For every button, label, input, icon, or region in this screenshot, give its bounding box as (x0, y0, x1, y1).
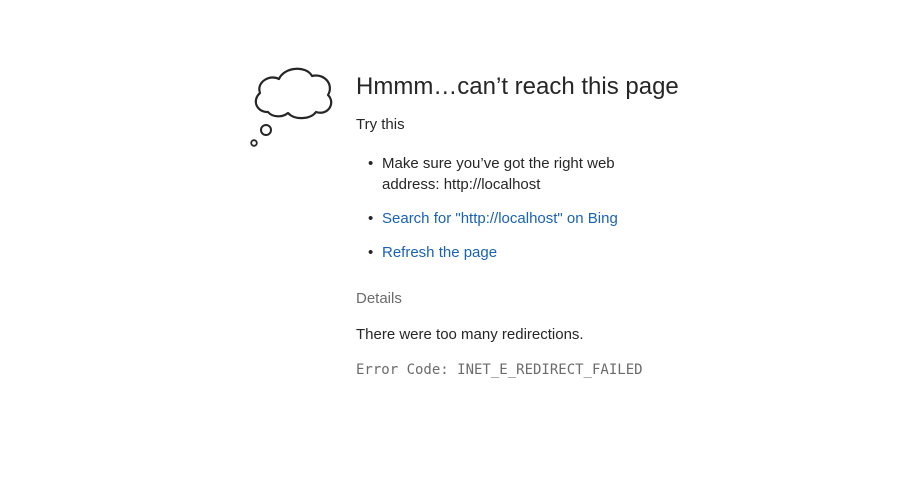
suggestion-search-bing: • Search for "http://localhost" on Bing (356, 208, 702, 229)
error-code: Error Code: INET_E_REDIRECT_FAILED (356, 362, 643, 378)
thought-cloud-icon (250, 67, 333, 147)
details-label: Details (356, 290, 402, 307)
suggestion-list: • Make sure you’ve got the right web add… (356, 153, 876, 263)
suggestion-check-address: • Make sure you’ve got the right web add… (356, 153, 642, 195)
details-message: There were too many redirections. (356, 326, 584, 343)
suggestion-check-address-text: Make sure you’ve got the right web addre… (382, 155, 615, 193)
page-title: Hmmm…can’t reach this page (356, 73, 679, 100)
refresh-page-link[interactable]: Refresh the page (382, 244, 497, 261)
error-content: Hmmm…can’t reach this page Try this • Ma… (356, 70, 876, 380)
suggestion-refresh: • Refresh the page (356, 242, 642, 263)
bullet-icon: • (368, 155, 374, 172)
search-bing-link[interactable]: Search for "http://localhost" on Bing (382, 210, 618, 227)
bullet-icon: • (368, 210, 374, 227)
bullet-icon: • (368, 244, 374, 261)
error-page: Hmmm…can’t reach this page Try this • Ma… (0, 0, 914, 504)
try-this-label: Try this (356, 116, 405, 133)
